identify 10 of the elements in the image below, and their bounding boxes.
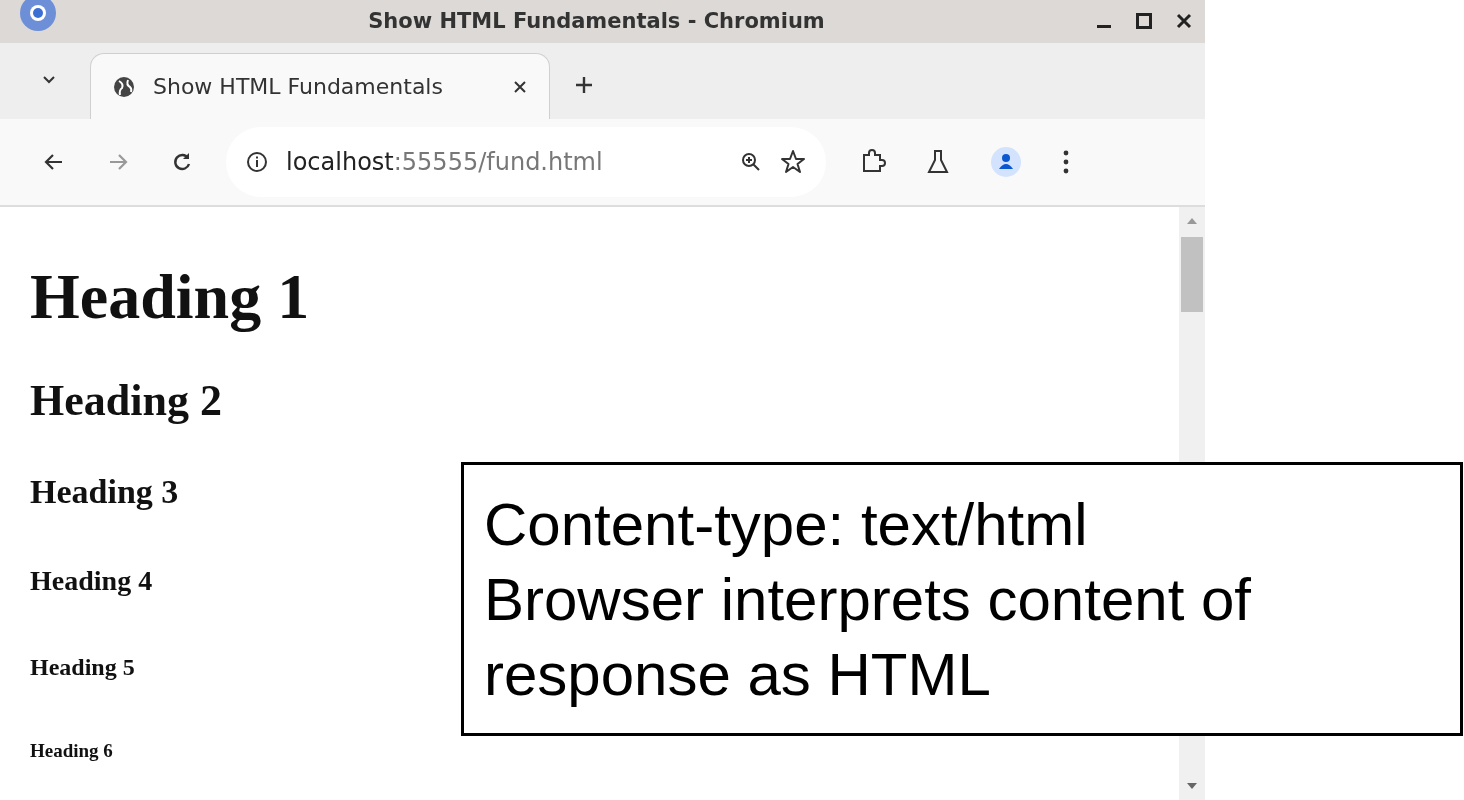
tab-title: Show HTML Fundamentals bbox=[153, 74, 444, 100]
heading: Heading 6 bbox=[30, 741, 113, 760]
heading: Heading 3 bbox=[30, 475, 179, 509]
callout-text: Content-type: text/html bbox=[484, 490, 1089, 560]
heading: Heading 5 bbox=[30, 655, 135, 679]
heading: Heading 2 bbox=[30, 379, 222, 423]
heading: Heading 4 bbox=[30, 567, 153, 595]
callout-text: Browser interprets content of response as HTML bbox=[484, 565, 1253, 710]
url-text: localhost:55555/fund.html bbox=[286, 148, 603, 177]
window-title: Show HTML Fundamentals - Chromium bbox=[367, 9, 826, 34]
